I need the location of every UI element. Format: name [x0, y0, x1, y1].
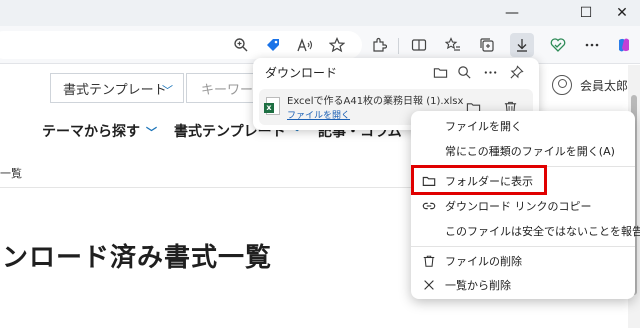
zoom-icon[interactable] [229, 33, 253, 57]
excel-file-icon [264, 97, 280, 115]
toolbar-divider [398, 38, 399, 54]
chevron-down-icon: ﹀ [162, 84, 173, 97]
chevron-down-icon: ﹀ [146, 126, 157, 139]
search-icon[interactable] [453, 61, 475, 83]
trash-icon [421, 253, 437, 269]
collections-icon[interactable] [475, 33, 499, 57]
nav-item-themes[interactable]: テーマから探す ﹀ [42, 121, 157, 141]
downloads-icon[interactable] [510, 33, 534, 57]
more-icon[interactable] [580, 33, 604, 57]
menu-item-report-unsafe[interactable]: このファイルは安全ではないことを報告する [411, 218, 640, 244]
open-file-link[interactable]: ファイルを開く [287, 108, 350, 121]
download-context-menu: ファイルを開く 常にこの種類のファイルを開く(A) フォルダーに表示 ダウンロー… [411, 111, 640, 299]
favorites-icon[interactable] [441, 33, 465, 57]
pin-icon[interactable] [505, 61, 527, 83]
menu-item-delete-file[interactable]: ファイルの削除 [411, 248, 635, 274]
menu-item-open-file[interactable]: ファイルを開く [411, 113, 635, 139]
close-window-button[interactable]: ✕ [604, 0, 640, 26]
title-bar: — ☐ ✕ [0, 0, 640, 26]
favorite-star-icon[interactable] [325, 33, 349, 57]
read-aloud-icon[interactable] [293, 33, 317, 57]
close-icon [421, 277, 437, 293]
menu-divider [411, 246, 635, 247]
download-file-name: Excelで作るA41枚の業務日報 (1).xlsx [287, 96, 464, 107]
link-icon [421, 198, 437, 214]
template-select[interactable]: 書式テンプレート ﹀ [50, 73, 184, 103]
open-downloads-folder-icon[interactable] [429, 61, 451, 83]
menu-item-remove-from-list[interactable]: 一覧から削除 [411, 272, 635, 298]
split-screen-icon[interactable] [407, 33, 431, 57]
downloads-title: ダウンロード [265, 66, 338, 80]
template-select-label: 書式テンプレート [63, 82, 167, 98]
maximize-button[interactable]: ☐ [568, 0, 604, 26]
extensions-icon[interactable] [367, 33, 391, 57]
user-name: 会員太郎 [580, 78, 628, 93]
breadcrumb: 一覧 [0, 167, 22, 180]
menu-item-always-open[interactable]: 常にこの種類のファイルを開く(A) [411, 138, 635, 164]
copilot-icon[interactable] [612, 33, 636, 57]
menu-item-copy-link[interactable]: ダウンロード リンクのコピー [411, 193, 635, 219]
browser-essentials-icon[interactable] [546, 33, 570, 57]
highlight-annotation [411, 165, 547, 195]
more-icon[interactable] [479, 61, 501, 83]
minimize-button[interactable]: — [494, 0, 530, 26]
user-avatar-icon [552, 75, 572, 95]
tag-icon[interactable] [261, 33, 285, 57]
user-menu[interactable]: 会員太郎 [552, 75, 628, 95]
page-title: ンロード済み書式一覧 [2, 243, 273, 273]
